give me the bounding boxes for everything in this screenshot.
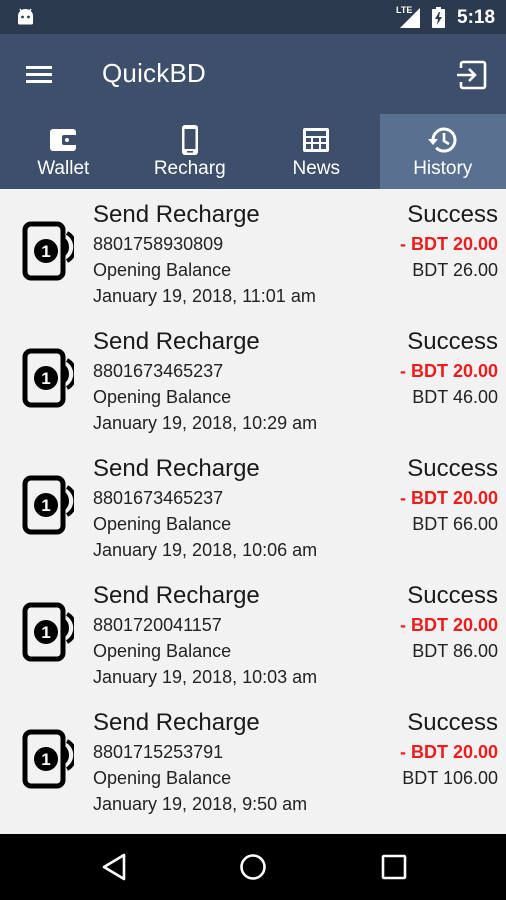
balance-label: Opening Balance [93,260,232,280]
app-title: QuickBD [102,58,206,88]
wallet-icon [50,129,78,151]
phone-number: 8801758930809 [93,234,224,254]
tab-bar: Wallet Recharg News History [0,114,506,189]
transaction-type: Send Recharge [93,455,260,482]
transaction-type: Send Recharge [93,709,260,736]
list-item[interactable]: 1 Send Recharge 8801673465237 Opening Ba… [0,316,506,443]
clock: 5:18 [457,7,496,28]
list-item[interactable]: 1 Send Recharge 8801720041157 Opening Ba… [0,570,506,697]
recharge-phone-icon: 1 [22,221,74,281]
transaction-date: January 19, 2018, 11:01 am [93,286,316,306]
transaction-type: Send Recharge [93,201,260,228]
transaction-date: January 19, 2018, 10:29 am [93,413,318,433]
transaction-date: January 19, 2018, 9:50 am [93,794,308,814]
transaction-list[interactable]: 1 Send Recharge 8801758930809 Opening Ba… [0,189,506,834]
tab-label: Wallet [37,158,90,179]
menu-icon[interactable] [22,60,58,88]
phone-icon [181,125,198,155]
recharge-phone-icon: 1 [22,348,74,408]
status-text: Success [407,709,498,736]
recent-apps-icon[interactable] [379,852,409,882]
status-text: Success [407,328,498,355]
list-item[interactable]: 1 Send Recharge 8801715253791 Opening Ba… [0,697,506,824]
status-text: Success [407,582,498,609]
battery-charging-icon [432,7,445,28]
balance-label: Opening Balance [93,641,232,661]
balance-label: Opening Balance [93,387,232,407]
logout-icon[interactable] [455,58,489,92]
tab-recharge[interactable]: Recharg [127,114,254,189]
opening-balance: BDT 66.00 [412,514,498,534]
transaction-type: Send Recharge [93,328,260,355]
tab-label: History [413,158,473,179]
svg-text:1: 1 [41,750,50,769]
opening-balance: BDT 26.00 [412,260,498,280]
back-icon[interactable] [100,852,130,882]
svg-text:1: 1 [41,623,50,642]
recharge-phone-icon: 1 [22,602,74,662]
status-text: Success [407,455,498,482]
phone-number: 8801673465237 [93,361,224,381]
amount: - BDT 20.00 [399,488,498,508]
status-bar: LTE 5:18 [0,0,506,34]
svg-text:1: 1 [41,369,50,388]
tab-label: Recharg [153,158,226,179]
balance-label: Opening Balance [93,768,232,788]
tab-news[interactable]: News [253,114,380,189]
svg-text:1: 1 [41,242,50,261]
tab-history[interactable]: History [379,114,506,189]
opening-balance: BDT 46.00 [412,387,498,407]
amount: - BDT 20.00 [399,615,498,635]
balance-label: Opening Balance [93,514,232,534]
phone-number: 8801720041157 [93,615,222,635]
history-icon [427,127,457,153]
list-item[interactable]: 1 Send Recharge 8801673465237 Opening Ba… [0,443,506,570]
amount: - BDT 20.00 [399,742,498,762]
amount: - BDT 20.00 [399,234,498,254]
phone-number: 8801715253791 [93,742,224,762]
phone-number: 8801673465237 [93,488,224,508]
home-icon[interactable] [238,852,268,882]
svg-text:1: 1 [41,496,50,515]
list-item[interactable]: 1 Send Recharge 8801758930809 Opening Ba… [0,189,506,316]
tab-label: News [292,158,340,179]
opening-balance: BDT 86.00 [412,641,498,661]
tab-wallet[interactable]: Wallet [0,114,127,189]
transaction-date: January 19, 2018, 10:03 am [93,667,318,687]
news-icon [303,128,330,152]
amount: - BDT 20.00 [399,361,498,381]
system-nav-bar [0,834,506,900]
app-bar: QuickBD [0,34,506,114]
transaction-date: January 19, 2018, 10:06 am [93,540,318,560]
android-icon [18,8,33,25]
signal-icon [400,8,420,28]
status-text: Success [407,201,498,228]
transaction-type: Send Recharge [93,582,260,609]
recharge-phone-icon: 1 [22,475,74,535]
opening-balance: BDT 106.00 [402,768,498,788]
recharge-phone-icon: 1 [22,729,74,789]
